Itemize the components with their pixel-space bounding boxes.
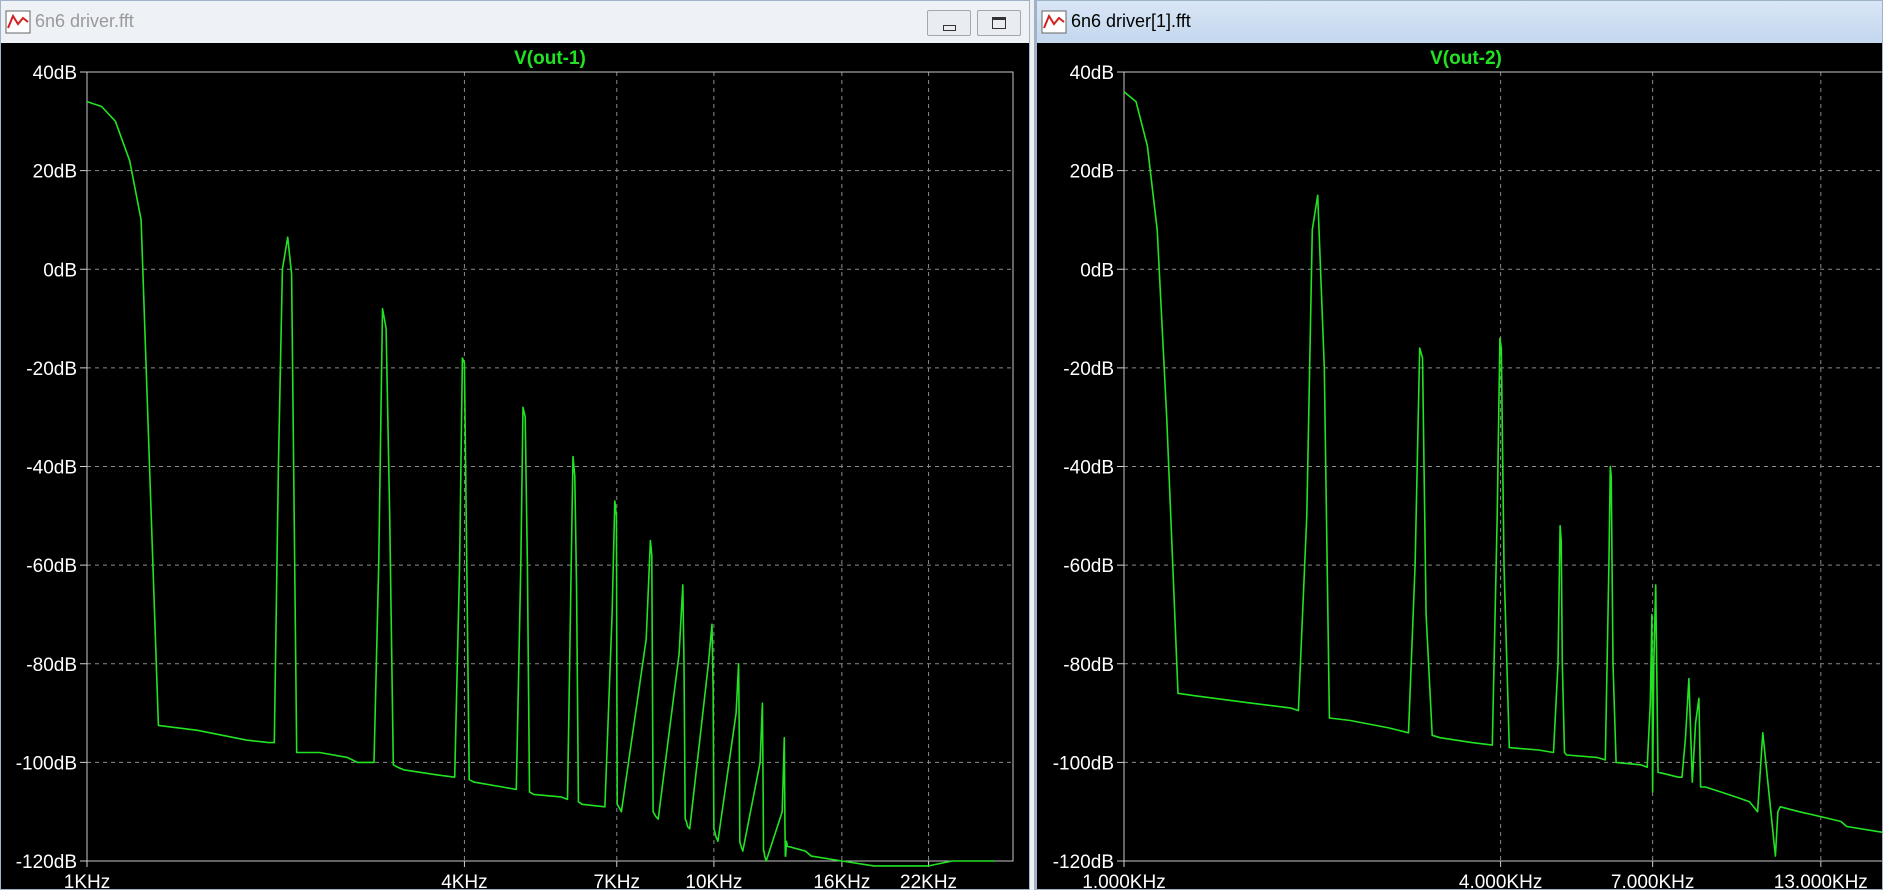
minimize-icon	[943, 25, 956, 31]
fft-chart-2[interactable]: V(out-2) 40dB 20dB 0dB -20dB -40dB -60dB -80dB -…	[1037, 43, 1883, 890]
chart-title: V(out-2)	[1430, 48, 1502, 69]
x-tick-label: 1KHz	[64, 872, 110, 890]
y-tick-label: 0dB	[43, 260, 77, 281]
restore-icon	[992, 17, 1006, 29]
window-title-1: 6n6 driver.fft	[35, 11, 134, 31]
y-tick-label: -120dB	[1053, 852, 1114, 873]
y-tick-label: -20dB	[1063, 359, 1114, 380]
y-tick-label: -80dB	[26, 655, 77, 676]
y-tick-label: 40dB	[1070, 63, 1114, 84]
fft-window-2[interactable]: 6n6 driver[1].fft V(out-2) 40dB 20dB 0dB -20…	[1034, 0, 1883, 890]
y-tick-label: -100dB	[16, 753, 77, 774]
minimize-button[interactable]	[927, 10, 971, 36]
y-tick-label: -20dB	[26, 359, 77, 380]
fft-trace	[86, 100, 995, 867]
fft-chart-1[interactable]: V(out-1) 40dB 20dB 0dB -20dB -40dB -60dB -80dB -…	[1, 43, 1030, 890]
plot-area-2[interactable]: V(out-2) 40dB 20dB 0dB -20dB -40dB -60dB -80dB -…	[1037, 43, 1882, 889]
window-title-2: 6n6 driver[1].fft	[1071, 11, 1191, 31]
fft-trace	[1123, 91, 1882, 857]
x-tick-label: 7KHz	[594, 872, 640, 890]
y-tick-label: 40dB	[33, 63, 77, 84]
y-tick-label: -60dB	[1063, 556, 1114, 577]
title-bar-2[interactable]: 6n6 driver[1].fft	[1037, 1, 1882, 43]
x-tick-label: 22KHz	[900, 872, 957, 890]
x-tick-label: 16KHz	[813, 872, 870, 890]
title-bar-1[interactable]: 6n6 driver.fft	[1, 1, 1029, 43]
y-tick-label: -100dB	[1053, 753, 1114, 774]
y-tick-label: -120dB	[16, 852, 77, 873]
x-tick-label: 10KHz	[685, 872, 742, 890]
fft-window-1[interactable]: 6n6 driver.fft V(out-1) 40dB 20dB 0dB -20dB -…	[0, 0, 1030, 890]
x-tick-label: 4KHz	[441, 872, 487, 890]
y-tick-label: -80dB	[1063, 655, 1114, 676]
y-tick-label: -40dB	[1063, 458, 1114, 479]
x-tick-label: 7.000KHz	[1611, 872, 1694, 890]
x-tick-label: 4.000KHz	[1459, 872, 1542, 890]
plot-area-1[interactable]: V(out-1) 40dB 20dB 0dB -20dB -40dB -60dB -80dB -…	[1, 43, 1029, 889]
y-tick-label: 20dB	[33, 162, 77, 183]
y-tick-label: -60dB	[26, 556, 77, 577]
y-tick-label: 20dB	[1070, 162, 1114, 183]
waveform-icon	[5, 10, 31, 34]
x-tick-label: 1.000KHz	[1082, 872, 1165, 890]
y-tick-label: -40dB	[26, 458, 77, 479]
y-tick-label: 0dB	[1080, 260, 1114, 281]
waveform-icon	[1041, 10, 1067, 34]
chart-title: V(out-1)	[514, 48, 586, 69]
x-tick-label: 13.000KHz	[1774, 872, 1868, 890]
restore-button[interactable]	[977, 10, 1021, 36]
